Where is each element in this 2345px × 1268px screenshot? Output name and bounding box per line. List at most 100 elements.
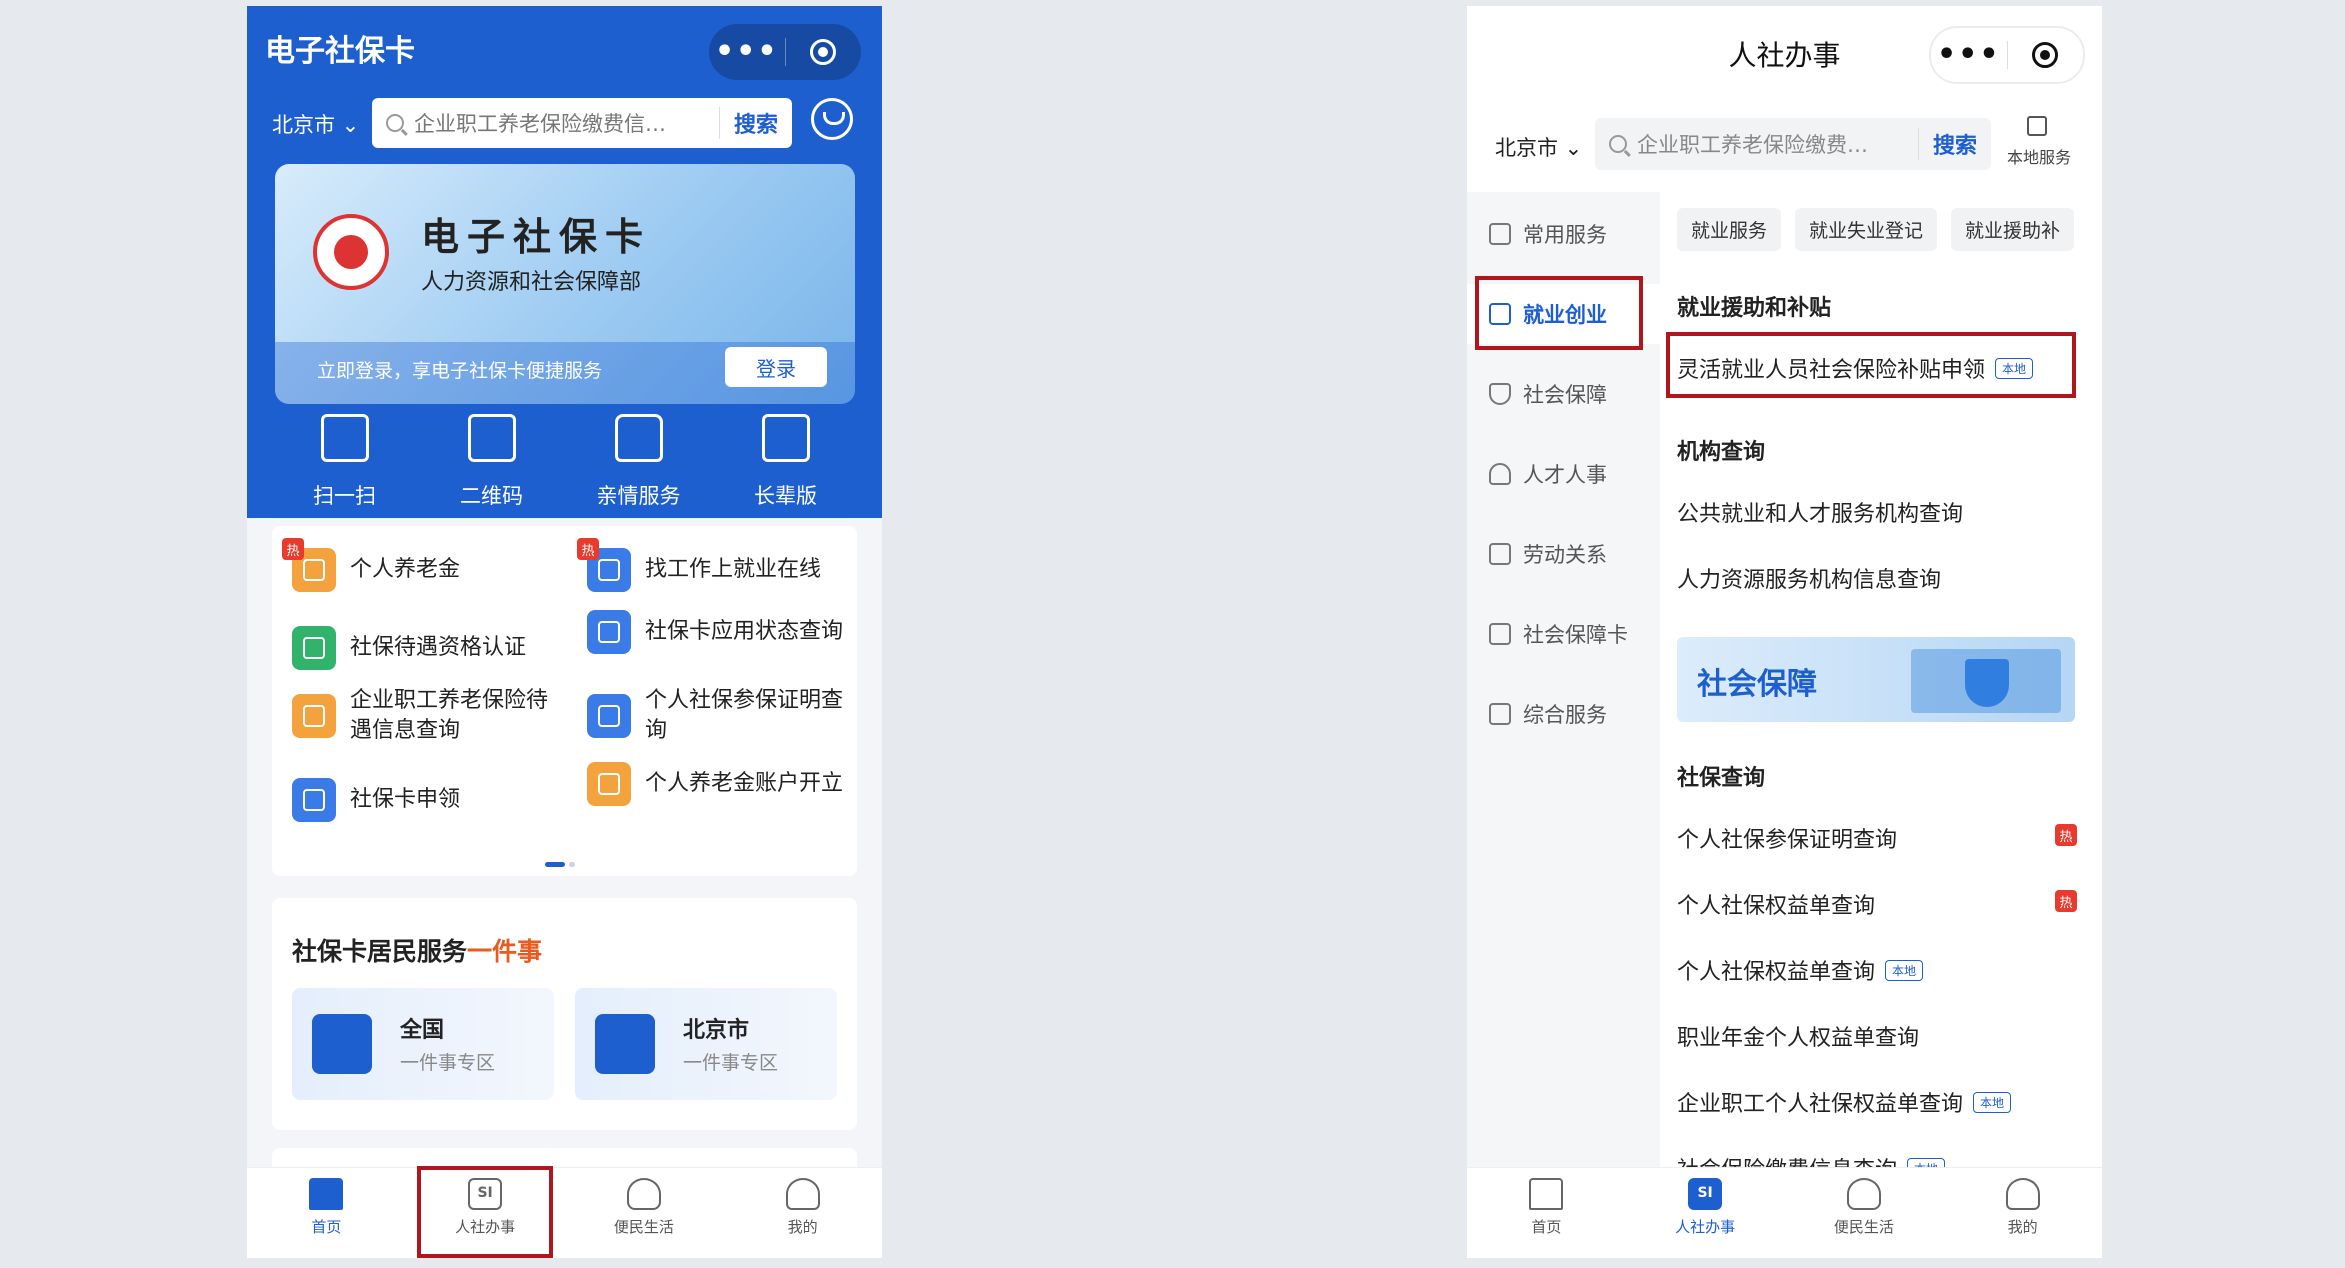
tab-home[interactable]: 首页 <box>1467 1168 1626 1258</box>
service-item[interactable]: 社保卡应用状态查询 <box>587 610 845 654</box>
item-label: 公共就业和人才服务机构查询 <box>1677 502 1964 527</box>
sidebar-label: 综合服务 <box>1523 703 1607 727</box>
quick-label: 长辈版 <box>754 484 817 508</box>
search-button[interactable]: 搜索 <box>1917 128 1977 160</box>
sidebar-item-general[interactable]: 综合服务 <box>1467 684 1660 744</box>
card-subtitle: 人力资源和社会保障部 <box>421 270 642 295</box>
sidebar-item-social-security[interactable]: 社会保障 <box>1467 364 1660 424</box>
chip-assistance[interactable]: 就业援助补 <box>1951 208 2075 251</box>
pension-query-icon <box>292 693 336 738</box>
customer-service-icon[interactable] <box>811 98 853 140</box>
location-person-icon <box>312 1014 372 1074</box>
tab-bar: 首页 SI 人社办事 便民生活 我的 <box>247 1167 882 1258</box>
service-item[interactable]: 热 个人养老金 <box>282 538 540 592</box>
tab-mine[interactable]: 我的 <box>723 1168 882 1258</box>
search-input[interactable]: 企业职工养老保险缴费… <box>1637 129 1887 159</box>
highlight-box-hrss-tab <box>417 1166 553 1258</box>
list-item[interactable]: 个人社保参保证明查询 <box>1677 822 1897 854</box>
sidebar-label: 劳动关系 <box>1523 543 1607 567</box>
section-title-assist: 就业援助和补贴 <box>1677 296 1832 321</box>
service-label: 个人养老金账户开立 <box>645 771 844 797</box>
social-security-banner[interactable]: 社会保障 <box>1677 637 2075 722</box>
service-item[interactable]: 个人养老金账户开立 <box>587 762 845 806</box>
item-label: 个人社保权益单查询 <box>1677 960 1876 985</box>
list-item[interactable]: 企业职工个人社保权益单查询 本地 <box>1677 1086 2012 1118</box>
card-login-note: 立即登录，享电子社保卡便捷服务 <box>317 360 603 382</box>
close-miniprogram-button[interactable] <box>786 24 862 80</box>
list-item[interactable]: 公共就业和人才服务机构查询 <box>1677 496 1963 528</box>
sidebar-item-talent[interactable]: 人才人事 <box>1467 444 1660 504</box>
social-security-card[interactable]: 电子社保卡 人力资源和社会保障部 立即登录，享电子社保卡便捷服务 登录 <box>275 164 855 404</box>
heart-hand-icon <box>1846 1178 1881 1210</box>
zone-national[interactable]: 全国 一件事专区 <box>292 988 554 1100</box>
chip-employment-service[interactable]: 就业服务 <box>1677 208 1782 251</box>
banner-title: 社会保障 <box>1697 667 1817 702</box>
service-item[interactable]: 企业职工养老保险待遇信息查询 <box>292 686 550 745</box>
sidebar-item-ss-card[interactable]: 社会保障卡 <box>1467 604 1660 664</box>
tab-label: 我的 <box>2007 1218 2038 1236</box>
search-icon <box>1609 135 1627 153</box>
local-service-checkbox[interactable] <box>2027 116 2047 136</box>
tab-label: 我的 <box>787 1218 818 1236</box>
ssc-emblem-icon <box>313 214 389 290</box>
user-icon <box>2005 1178 2040 1210</box>
scan-icon <box>320 414 369 462</box>
quick-actions: 扫一扫 二维码 亲情服务 长辈版 <box>247 414 882 510</box>
close-miniprogram-button[interactable] <box>2008 28 2084 82</box>
elder-mode-icon <box>761 414 810 462</box>
home-header: 电子社保卡 ••• 北京市 ⌄ 企业职工养老保险缴费信… 搜索 电子社保卡 人力… <box>247 6 882 518</box>
quick-family[interactable]: 亲情服务 <box>565 414 712 510</box>
list-item[interactable]: 个人社保权益单查询 本地 <box>1677 954 1924 986</box>
chip-registration[interactable]: 就业失业登记 <box>1795 208 1938 251</box>
heart-hand-icon <box>626 1178 661 1210</box>
list-item[interactable]: 人力资源服务机构信息查询 <box>1677 562 1941 594</box>
contract-icon <box>1489 543 1511 565</box>
highlight-box-employment <box>1475 276 1643 350</box>
zone-beijing[interactable]: 北京市 一件事专区 <box>575 988 837 1100</box>
service-item[interactable]: 社保卡申领 <box>292 778 540 822</box>
list-item[interactable]: 职业年金个人权益单查询 <box>1677 1020 1919 1052</box>
tab-convenience[interactable]: 便民生活 <box>565 1168 724 1258</box>
zone-name: 全国 <box>400 1018 445 1043</box>
tab-hrss-services[interactable]: SI 人社办事 <box>1626 1168 1785 1258</box>
sidebar-label: 人才人事 <box>1523 463 1607 487</box>
tab-mine[interactable]: 我的 <box>1943 1168 2102 1258</box>
search-input[interactable]: 企业职工养老保险缴费信… <box>414 108 694 138</box>
service-item[interactable]: 社保待遇资格认证 <box>292 626 540 670</box>
piggy-bank-icon: 热 <box>282 538 336 592</box>
tab-convenience[interactable]: 便民生活 <box>1785 1168 1944 1258</box>
more-button[interactable]: ••• <box>709 24 785 80</box>
quick-qrcode[interactable]: 二维码 <box>418 414 565 510</box>
home-icon <box>309 1178 344 1210</box>
local-badge: 本地 <box>1973 1091 2012 1113</box>
item-label: 职业年金个人权益单查询 <box>1677 1026 1920 1051</box>
service-item[interactable]: 热 找工作上就业在线 <box>577 538 865 592</box>
sidebar-item-labor[interactable]: 劳动关系 <box>1467 524 1660 584</box>
list-item[interactable]: 个人社保权益单查询 <box>1677 888 1875 920</box>
quick-label: 亲情服务 <box>596 484 681 508</box>
pension-account-icon <box>587 762 631 806</box>
more-button[interactable]: ••• <box>1931 28 2007 82</box>
service-item[interactable]: 个人社保参保证明查询 <box>587 686 845 745</box>
search-bar[interactable]: 企业职工养老保险缴费信… 搜索 <box>372 98 792 148</box>
tab-bar: 首页 SI 人社办事 便民生活 我的 <box>1467 1167 2102 1258</box>
tab-home[interactable]: 首页 <box>247 1168 406 1258</box>
quick-scan[interactable]: 扫一扫 <box>271 414 418 510</box>
one-thing-title-main: 社保卡居民服务 <box>292 937 468 966</box>
search-button[interactable]: 搜索 <box>718 107 778 139</box>
city-selector[interactable]: 北京市 ⌄ <box>1495 132 1582 162</box>
shield-check-icon <box>1965 659 2009 707</box>
family-service-icon <box>614 414 663 462</box>
one-thing-title-highlight: 一件事 <box>467 937 543 966</box>
quick-elder[interactable]: 长辈版 <box>712 414 859 510</box>
target-icon <box>810 39 837 65</box>
search-bar[interactable]: 企业职工养老保险缴费… 搜索 <box>1595 118 1991 170</box>
city-selector[interactable]: 北京市 ⌄ <box>272 109 359 139</box>
sidebar-item-common[interactable]: 常用服务 <box>1467 204 1660 264</box>
quick-label: 扫一扫 <box>313 484 376 508</box>
home-icon <box>1529 1178 1564 1210</box>
one-thing-panel: 社保卡居民服务一件事 全国 一件事专区 北京市 一件事专区 <box>272 898 857 1130</box>
login-button[interactable]: 登录 <box>725 347 827 387</box>
certificate-query-icon <box>587 693 631 738</box>
app-title: 电子社保卡 <box>265 34 415 69</box>
